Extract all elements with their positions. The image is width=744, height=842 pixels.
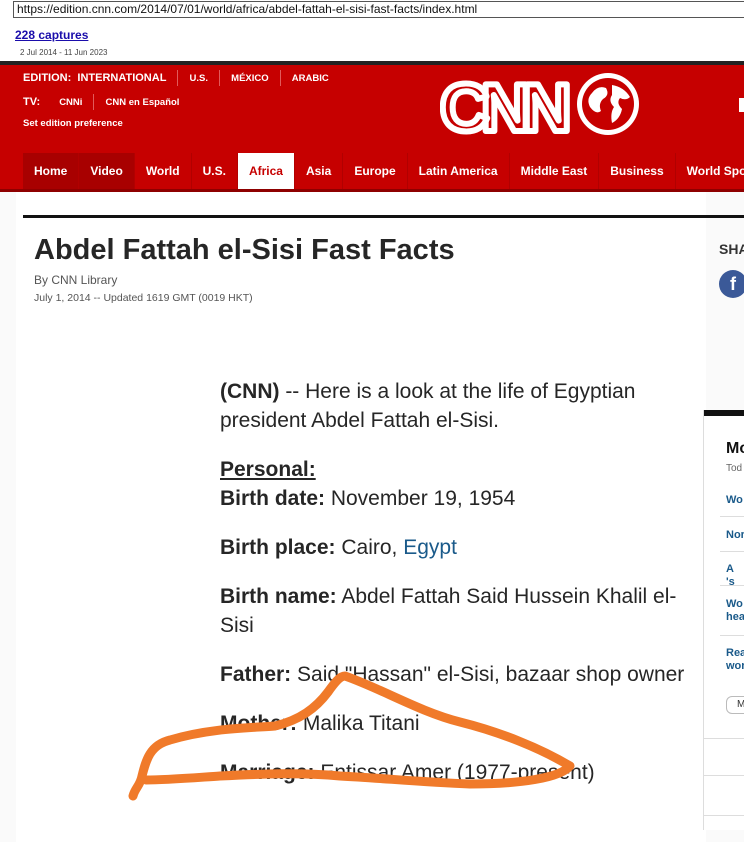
sidebar-link-1[interactable]: Wo	[726, 494, 743, 507]
birth-date-paragraph: Personal: Birth date: November 19, 1954	[220, 455, 690, 513]
title-rule	[23, 215, 744, 218]
birth-place-city: Cairo,	[335, 536, 404, 559]
nav-us[interactable]: U.S.	[192, 153, 238, 189]
nav-home[interactable]: Home	[23, 153, 80, 189]
father-value: Said "Hassan" el-Sisi, bazaar shop owner	[291, 663, 685, 686]
wayback-date-range: 2 Jul 2014 - 11 Jun 2023	[20, 48, 108, 57]
sidebar-heading: Mo	[726, 440, 744, 457]
byline: By CNN Library	[34, 273, 118, 287]
cnn-logo-text: CNN	[440, 71, 567, 137]
edition-mexico-link[interactable]: MÉXICO	[231, 73, 268, 84]
birth-name-label: Birth name:	[220, 585, 337, 608]
nav-europe[interactable]: Europe	[343, 153, 408, 189]
birth-name-paragraph: Birth name: Abdel Fattah Said Hussein Kh…	[220, 582, 690, 640]
nav-latin-america[interactable]: Latin America	[408, 153, 510, 189]
nav-world[interactable]: World	[135, 153, 192, 189]
facebook-share-icon[interactable]: f	[719, 270, 744, 298]
cnn-logo[interactable]: CNN	[440, 71, 640, 137]
article-body: (CNN) -- Here is a look at the life of E…	[220, 377, 690, 807]
father-paragraph: Father: Said "Hassan" el-Sisi, bazaar sh…	[220, 660, 690, 689]
marriage-paragraph: Marriage: Entissar Amer (1977-present)	[220, 758, 690, 787]
birth-place-label: Birth place:	[220, 536, 336, 559]
mother-label: Mother:	[220, 712, 297, 735]
tv-cnn-espanol-link[interactable]: CNN en Español	[106, 97, 180, 108]
intro-paragraph: (CNN) -- Here is a look at the life of E…	[220, 377, 690, 435]
edition-current[interactable]: INTERNATIONAL	[77, 72, 166, 84]
dateline: July 1, 2014 -- Updated 1619 GMT (0019 H…	[34, 292, 253, 304]
share-label: SHA	[719, 241, 744, 257]
right-sidebar: Mo Tod Wo Nor A 's Wo hea Rea wor M	[703, 410, 744, 830]
set-edition-preference-link[interactable]: Set edition preference	[23, 118, 123, 129]
page-title: Abdel Fattah el-Sisi Fast Facts	[34, 234, 455, 266]
cnn-header: EDITION: INTERNATIONAL U.S. MÉXICO ARABI…	[0, 65, 744, 153]
sidebar-top-rule	[704, 410, 744, 416]
nav-asia[interactable]: Asia	[295, 153, 344, 189]
edition-row: EDITION: INTERNATIONAL U.S. MÉXICO ARABI…	[23, 70, 329, 86]
nav-world-sport[interactable]: World Sport	[676, 153, 744, 189]
sidebar-subheading: Tod	[726, 463, 743, 474]
egypt-link[interactable]: Egypt	[403, 536, 457, 559]
nav-africa[interactable]: Africa	[237, 153, 295, 189]
birth-date-label: Birth date:	[220, 487, 325, 510]
mother-paragraph: Mother: Malika Titani	[220, 709, 690, 738]
mother-value: Malika Titani	[297, 712, 420, 735]
sidebar-link-2[interactable]: Nor	[726, 529, 744, 542]
wayback-url-field[interactable]: https://edition.cnn.com/2014/07/01/world…	[13, 1, 744, 18]
wayback-toolbar: https://edition.cnn.com/2014/07/01/world…	[0, 0, 744, 65]
birth-date-value: November 19, 1954	[325, 487, 516, 510]
father-label: Father:	[220, 663, 292, 686]
nav-middle-east[interactable]: Middle East	[510, 153, 600, 189]
edition-us-link[interactable]: U.S.	[190, 73, 208, 84]
edition-label: EDITION:	[23, 71, 72, 84]
wayback-captures-link[interactable]: 228 captures	[15, 28, 88, 42]
marriage-label: Marriage:	[220, 761, 315, 784]
intro-source: (CNN)	[220, 380, 280, 403]
nav-video[interactable]: Video	[79, 153, 135, 189]
intro-text: -- Here is a look at the life of Egyptia…	[220, 380, 636, 432]
tv-label: TV:	[23, 95, 41, 108]
nav-business[interactable]: Business	[599, 153, 676, 189]
tv-cnni-link[interactable]: CNNi	[59, 97, 82, 108]
edition-arabic-link[interactable]: ARABIC	[292, 73, 329, 84]
header-edge-mark	[739, 98, 744, 112]
sidebar-link-5[interactable]: Rea wor	[726, 647, 744, 673]
main-nav: Home Video World U.S. Africa Asia Europe…	[0, 153, 744, 189]
personal-heading: Personal:	[220, 458, 316, 481]
sidebar-link-4[interactable]: Wo hea	[726, 598, 744, 624]
marriage-value: Entissar Amer (1977-present)	[314, 761, 595, 784]
birth-place-paragraph: Birth place: Cairo, Egypt	[220, 533, 690, 562]
tv-row: TV: CNNi CNN en Español	[23, 94, 179, 110]
sidebar-more-button[interactable]: M	[726, 696, 744, 714]
